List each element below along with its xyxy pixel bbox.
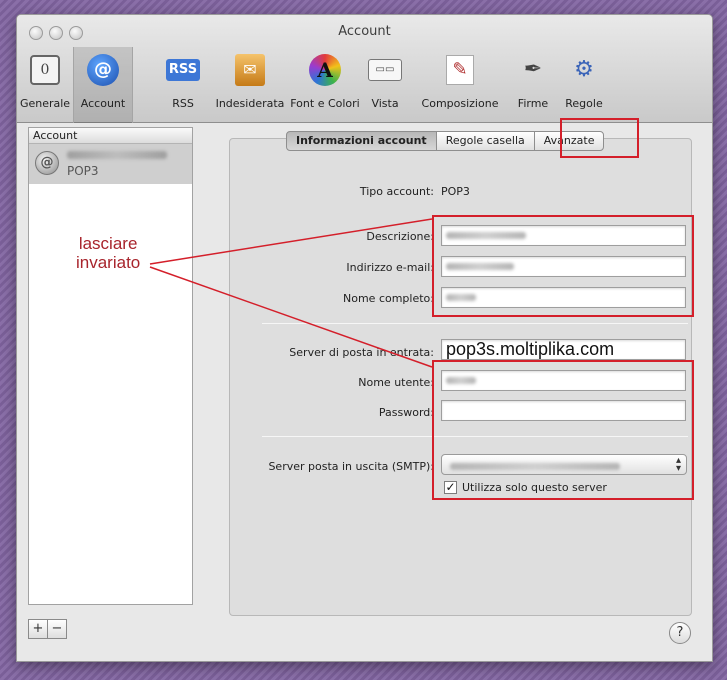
annotation-line-bottom — [149, 266, 433, 368]
annotation-line2: invariato — [76, 253, 141, 272]
annotation-line-top — [149, 218, 433, 265]
annotation-lines — [149, 218, 433, 368]
annotation-text: lasciare invariato — [76, 234, 140, 272]
annotation-line1: lasciare — [78, 234, 138, 253]
